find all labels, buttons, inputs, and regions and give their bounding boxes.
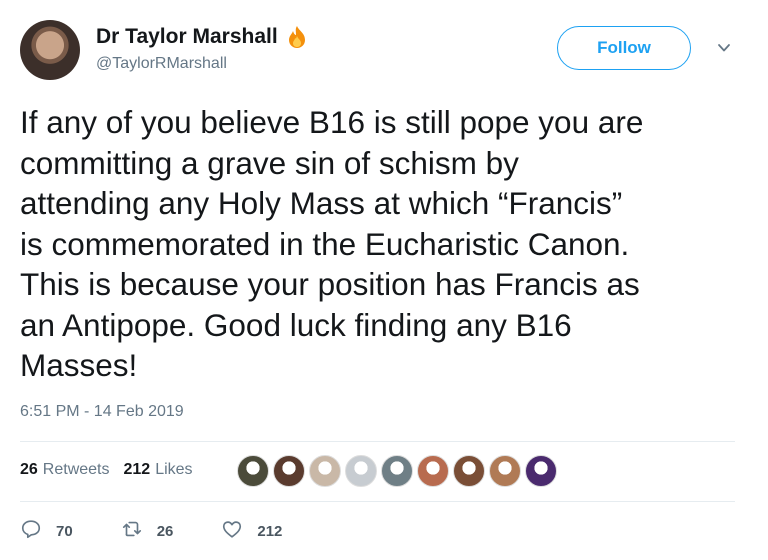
reply-button[interactable]: 70 (20, 518, 73, 544)
chevron-down-icon[interactable] (716, 40, 732, 56)
retweets-stat[interactable]: 26 Retweets (20, 461, 110, 479)
like-button[interactable]: 212 (221, 518, 282, 544)
retweet-count: 26 (156, 522, 174, 540)
avatar[interactable] (20, 20, 80, 80)
retweet-icon (121, 518, 143, 544)
liker-avatar[interactable] (489, 455, 521, 487)
tweet-timestamp[interactable]: 6:51 PM - 14 Feb 2019 (20, 403, 184, 421)
likes-count: 212 (123, 461, 151, 478)
liker-avatar[interactable] (237, 455, 269, 487)
liker-avatar[interactable] (381, 455, 413, 487)
tweet-actions: 70 26 212 (20, 518, 282, 544)
liker-avatar[interactable] (273, 455, 305, 487)
author-name-row: Dr Taylor Marshall (96, 24, 310, 50)
reply-icon (20, 518, 42, 544)
user-handle[interactable]: @TaylorRMarshall (96, 55, 227, 73)
retweets-count: 26 (20, 461, 38, 478)
tweet-text: If any of you believe B16 is still pope … (20, 104, 644, 383)
divider (20, 501, 735, 502)
likes-stat[interactable]: 212 Likes (124, 461, 193, 479)
retweets-label: Retweets (42, 461, 110, 478)
liker-avatars (237, 455, 561, 487)
heart-icon (221, 518, 243, 544)
liker-avatar[interactable] (309, 455, 341, 487)
like-count: 212 (257, 522, 283, 540)
liker-avatar[interactable] (417, 455, 449, 487)
liker-avatar[interactable] (345, 455, 377, 487)
reply-count: 70 (56, 522, 73, 540)
likes-label: Likes (155, 461, 193, 478)
tweet-stats: 26 Retweets 212 Likes (20, 461, 193, 479)
retweet-button[interactable]: 26 (121, 518, 174, 544)
fire-icon (284, 24, 310, 50)
liker-avatar[interactable] (453, 455, 485, 487)
liker-avatar[interactable] (525, 455, 557, 487)
display-name[interactable]: Dr Taylor Marshall (96, 25, 278, 49)
follow-button[interactable]: Follow (557, 26, 691, 70)
divider (20, 441, 735, 442)
